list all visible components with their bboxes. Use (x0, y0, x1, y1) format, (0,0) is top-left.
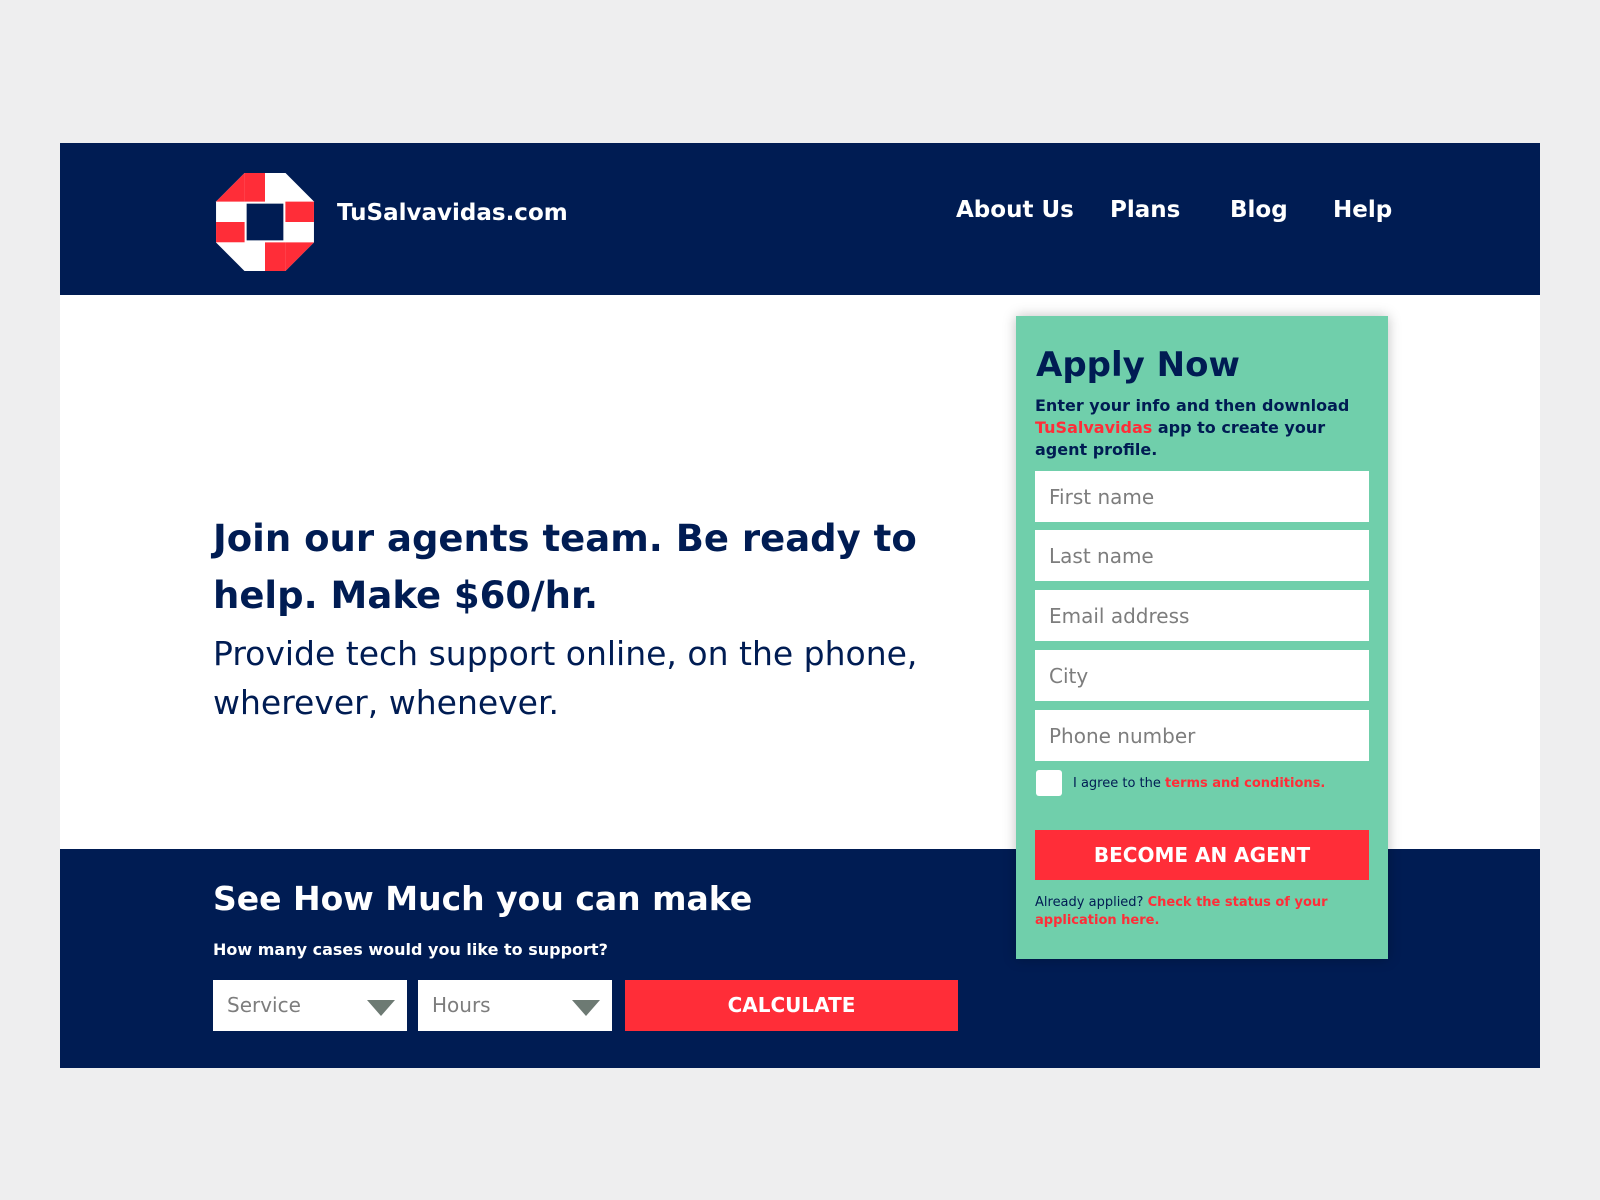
terms-checkbox[interactable] (1036, 770, 1062, 796)
nav-about-us[interactable]: About Us (956, 196, 1074, 224)
hours-select-value: Hours (432, 993, 491, 1017)
lifebuoy-logo-icon[interactable] (214, 171, 316, 273)
apply-description: Enter your info and then download TuSalva… (1035, 395, 1371, 461)
terms-text: I agree to the (1073, 776, 1161, 791)
apply-desc-brand: TuSalvavidas (1035, 418, 1153, 437)
terms-link[interactable]: terms and conditions. (1165, 776, 1325, 791)
apply-desc-text: Enter your info and then download (1035, 396, 1350, 415)
hero-title: Join our agents team. Be ready to help. … (213, 517, 917, 617)
chevron-down-icon (367, 1000, 395, 1016)
brand-name[interactable]: TuSalvavidas.com (337, 199, 568, 227)
first-name-input[interactable] (1035, 471, 1369, 522)
chevron-down-icon (572, 1000, 600, 1016)
apply-now-card: Apply Now Enter your info and then downl… (1016, 316, 1388, 959)
already-applied-text: Already applied? (1035, 895, 1144, 910)
city-input[interactable] (1035, 650, 1369, 701)
nav-blog[interactable]: Blog (1230, 196, 1288, 224)
phone-input[interactable] (1035, 710, 1369, 761)
calculator-title: See How Much you can make (213, 879, 753, 918)
last-name-input[interactable] (1035, 530, 1369, 581)
service-select-value: Service (227, 993, 301, 1017)
site-header: TuSalvavidas.com About Us Plans Blog Hel… (60, 143, 1540, 295)
already-applied: Already applied? Check the status of you… (1035, 894, 1365, 930)
become-agent-button[interactable]: BECOME AN AGENT (1035, 830, 1369, 880)
email-input[interactable] (1035, 590, 1369, 641)
terms-label: I agree to the terms and conditions. (1073, 775, 1325, 792)
apply-title: Apply Now (1036, 345, 1240, 385)
nav-plans[interactable]: Plans (1110, 196, 1180, 224)
nav-help[interactable]: Help (1333, 196, 1392, 224)
calculate-button[interactable]: CALCULATE (625, 980, 958, 1031)
hours-select[interactable]: Hours (418, 980, 612, 1031)
service-select[interactable]: Service (213, 980, 407, 1031)
hero-subtitle: Provide tech support online, on the phon… (213, 634, 918, 722)
calculator-question: How many cases would you like to support… (213, 940, 608, 959)
